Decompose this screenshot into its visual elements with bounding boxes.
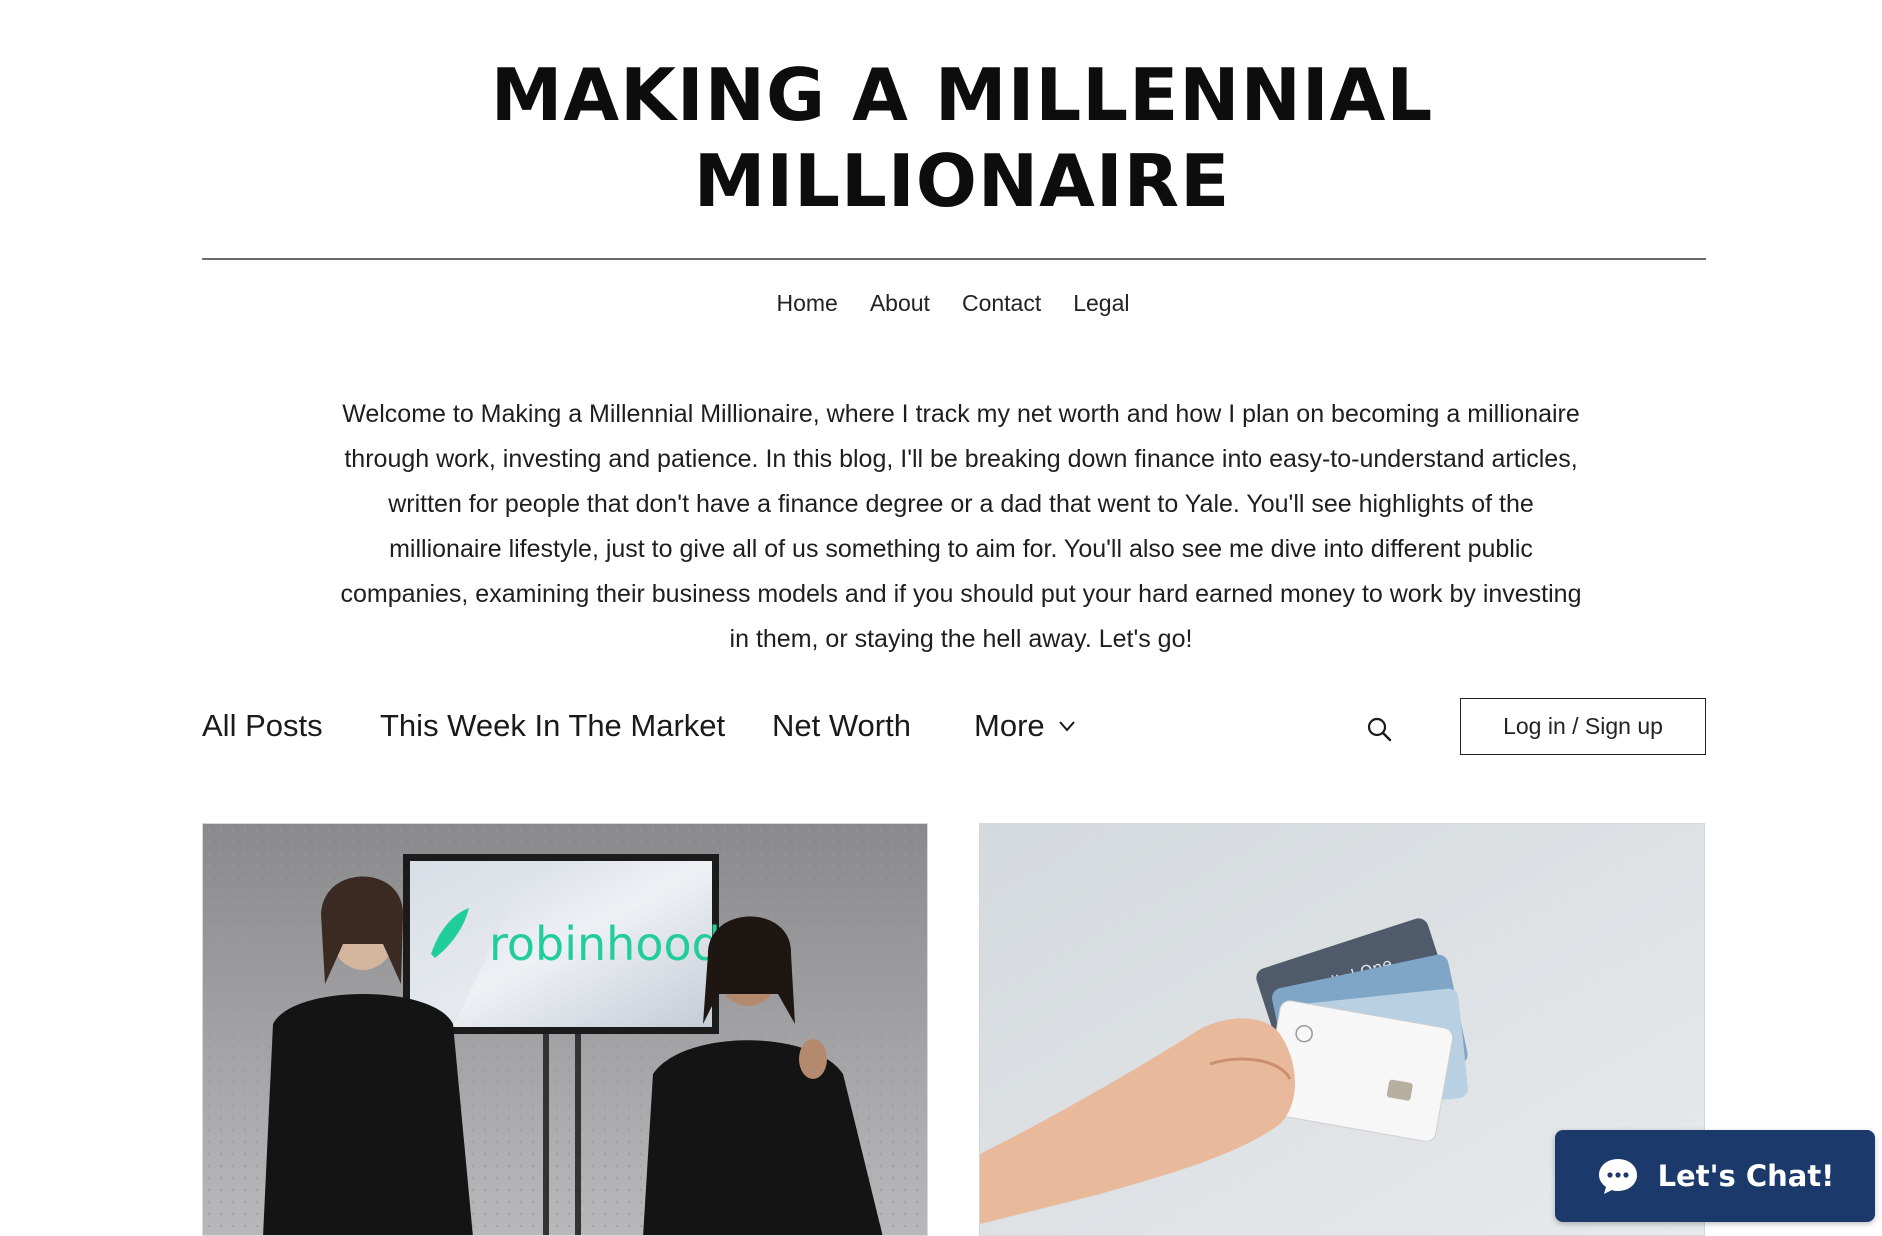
site-title-line-2: MILLIONAIRE xyxy=(693,139,1231,223)
nav-about[interactable]: About xyxy=(870,286,930,320)
nav-contact[interactable]: Contact xyxy=(962,286,1041,320)
category-more-dropdown[interactable]: More xyxy=(974,706,1077,746)
robinhood-screen-text: robinhood xyxy=(489,917,721,971)
login-signup-button[interactable]: Log in / Sign up xyxy=(1460,698,1706,755)
main-nav: Home About Contact Legal xyxy=(0,286,1882,320)
lets-chat-button[interactable]: Let's Chat! xyxy=(1555,1130,1875,1222)
post-cover-image: robinhood xyxy=(203,824,927,1235)
chevron-down-icon xyxy=(1058,721,1075,732)
category-net-worth[interactable]: Net Worth xyxy=(772,706,911,746)
post-card[interactable]: robinhood xyxy=(202,823,928,1236)
chat-label: Let's Chat! xyxy=(1657,1159,1835,1193)
intro-paragraph: Welcome to Making a Millennial Millionai… xyxy=(340,400,1582,653)
category-this-week-in-the-market[interactable]: This Week In The Market xyxy=(380,706,725,746)
site-title-line-1: MAKING A MILLENNIAL xyxy=(490,53,1434,137)
header-divider xyxy=(202,258,1706,260)
chat-bubble-icon xyxy=(1598,1159,1637,1194)
nav-home[interactable]: Home xyxy=(776,286,837,320)
category-all-posts[interactable]: All Posts xyxy=(202,706,323,746)
category-more-label: More xyxy=(974,708,1045,743)
site-title[interactable]: MAKING A MILLENNIAL MILLIONAIRE xyxy=(0,52,1882,224)
search-icon[interactable] xyxy=(1366,716,1392,742)
nav-legal[interactable]: Legal xyxy=(1073,286,1129,320)
blog-category-bar: All Posts This Week In The Market Net Wo… xyxy=(202,698,1706,756)
blog-page: MAKING A MILLENNIAL MILLIONAIRE Home Abo… xyxy=(0,0,1882,1236)
